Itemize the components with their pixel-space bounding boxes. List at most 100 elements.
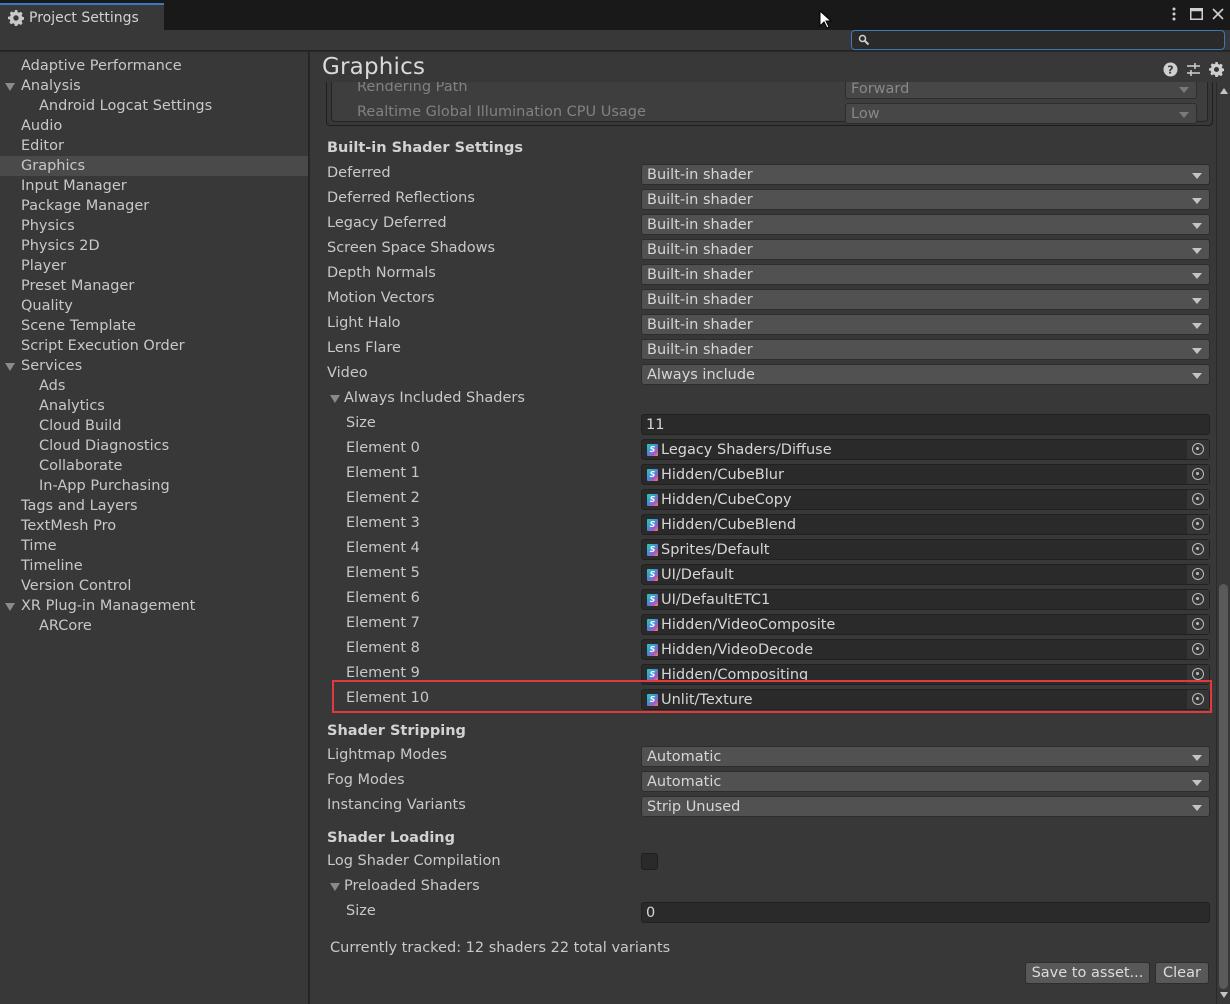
foldout-arrow-icon[interactable] [5, 83, 15, 91]
object-picker-button[interactable] [1187, 640, 1209, 659]
sidebar-item-label: Timeline [21, 558, 83, 574]
save-to-asset-button[interactable]: Save to asset... [1025, 962, 1150, 984]
shader-name: Hidden/VideoComposite [661, 617, 836, 633]
shader-object-field[interactable]: S Sprites/Default [641, 539, 1210, 560]
presets-icon[interactable] [1186, 62, 1201, 77]
screen-space-shadows-dropdown[interactable]: Built-in shader [641, 239, 1210, 260]
lightmap-modes-dropdown[interactable]: Automatic [641, 746, 1210, 767]
depth-normals-dropdown[interactable]: Built-in shader [641, 264, 1210, 285]
foldout-arrow-icon[interactable] [5, 363, 15, 371]
log-shader-compilation-checkbox[interactable] [641, 853, 658, 870]
sidebar-item-quality[interactable]: Quality [0, 296, 308, 316]
shader-object-field[interactable]: S Hidden/CubeBlur [641, 464, 1210, 485]
scrollbar-thumb[interactable] [1219, 584, 1228, 989]
sidebar-item-textmesh-pro[interactable]: TextMesh Pro [0, 516, 308, 536]
video-dropdown[interactable]: Always include [641, 364, 1210, 385]
settings-icon[interactable] [1209, 62, 1225, 77]
deferred-reflections-dropdown[interactable]: Built-in shader [641, 189, 1210, 210]
object-picker-button[interactable] [1187, 465, 1209, 484]
preloaded-shaders-foldout[interactable]: Preloaded Shaders [310, 875, 1216, 900]
tracked-shaders-status: Currently tracked: 12 shaders 22 total v… [330, 940, 671, 956]
search-input[interactable] [874, 31, 1219, 49]
sidebar-item-tags-and-layers[interactable]: Tags and Layers [0, 496, 308, 516]
object-picker-button[interactable] [1187, 615, 1209, 634]
foldout-arrow-icon[interactable] [5, 603, 15, 611]
legacy-deferred-dropdown[interactable]: Built-in shader [641, 214, 1210, 235]
sidebar-item-timeline[interactable]: Timeline [0, 556, 308, 576]
rendering-path-dropdown[interactable]: Forward [845, 82, 1197, 99]
vertical-scrollbar[interactable] [1216, 82, 1230, 1004]
preloaded-size-field[interactable] [641, 902, 1210, 923]
shader-object-field[interactable]: S Hidden/VideoDecode [641, 639, 1210, 660]
sidebar-item-adaptive-performance[interactable]: Adaptive Performance [0, 56, 308, 76]
object-picker-button[interactable] [1187, 540, 1209, 559]
sidebar-item-player[interactable]: Player [0, 256, 308, 276]
sidebar-item-preset-manager[interactable]: Preset Manager [0, 276, 308, 296]
sidebar-item-package-manager[interactable]: Package Manager [0, 196, 308, 216]
instancing-variants-dropdown[interactable]: Strip Unused [641, 796, 1210, 817]
sidebar-item-input-manager[interactable]: Input Manager [0, 176, 308, 196]
object-picker-button[interactable] [1187, 490, 1209, 509]
object-picker-button[interactable] [1187, 590, 1209, 609]
element-label: Element 6 [346, 590, 420, 606]
object-picker-button[interactable] [1187, 515, 1209, 534]
close-icon[interactable] [1210, 4, 1226, 24]
deferred-dropdown[interactable]: Built-in shader [641, 164, 1210, 185]
sidebar-item-label: Audio [21, 118, 63, 134]
sidebar-item-audio[interactable]: Audio [0, 116, 308, 136]
sidebar-item-physics[interactable]: Physics [0, 216, 308, 236]
realtime-gi-cpu-dropdown[interactable]: Low [845, 103, 1197, 124]
light-halo-dropdown[interactable]: Built-in shader [641, 314, 1210, 335]
sidebar-item-collaborate[interactable]: Collaborate [0, 456, 308, 476]
motion-vectors-dropdown[interactable]: Built-in shader [641, 289, 1210, 310]
shader-icon: S [647, 519, 658, 531]
element-label: Element 0 [346, 440, 420, 456]
sidebar-item-script-execution-order[interactable]: Script Execution Order [0, 336, 308, 356]
shader-object-field[interactable]: S Hidden/VideoComposite [641, 614, 1210, 635]
element-label: Element 3 [346, 515, 420, 531]
window-controls [1166, 4, 1226, 24]
sidebar-item-ads[interactable]: Ads [0, 376, 308, 396]
always-included-foldout[interactable]: Always Included Shaders [310, 387, 1216, 412]
sidebar-item-cloud-build[interactable]: Cloud Build [0, 416, 308, 436]
size-input[interactable] [646, 903, 1186, 922]
sidebar-item-analytics[interactable]: Analytics [0, 396, 308, 416]
element-label: Element 2 [346, 490, 420, 506]
tab-project-settings[interactable]: Project Settings [0, 3, 164, 30]
sidebar-item-analysis[interactable]: Analysis [0, 76, 308, 96]
shader-name: Hidden/CubeBlur [661, 467, 784, 483]
sidebar-item-services[interactable]: Services [0, 356, 308, 376]
maximize-icon[interactable] [1188, 4, 1204, 24]
sidebar-item-label: Preset Manager [21, 278, 135, 294]
fog-modes-dropdown[interactable]: Automatic [641, 771, 1210, 792]
scroll-up-icon[interactable] [1220, 88, 1228, 94]
help-icon[interactable]: ? [1163, 62, 1178, 77]
sidebar-item-label: XR Plug-in Management [21, 598, 196, 614]
search-box[interactable] [851, 30, 1225, 50]
size-input[interactable] [646, 415, 1186, 434]
shader-object-field[interactable]: S UI/Default [641, 564, 1210, 585]
shader-object-field[interactable]: S Hidden/CubeBlend [641, 514, 1210, 535]
object-picker-button[interactable] [1187, 565, 1209, 584]
sidebar-item-cloud-diagnostics[interactable]: Cloud Diagnostics [0, 436, 308, 456]
lens-flare-dropdown[interactable]: Built-in shader [641, 339, 1210, 360]
object-picker-button[interactable] [1187, 440, 1209, 459]
sidebar-item-editor[interactable]: Editor [0, 136, 308, 156]
scroll-down-icon[interactable] [1220, 992, 1228, 998]
more-icon[interactable] [1166, 4, 1182, 24]
sidebar-item-label: Input Manager [21, 178, 127, 194]
clear-button[interactable]: Clear [1155, 962, 1209, 984]
sidebar-item-version-control[interactable]: Version Control [0, 576, 308, 596]
sidebar-item-scene-template[interactable]: Scene Template [0, 316, 308, 336]
shader-object-field[interactable]: S UI/DefaultETC1 [641, 589, 1210, 610]
shader-object-field[interactable]: S Legacy Shaders/Diffuse [641, 439, 1210, 460]
sidebar-item-android-logcat-settings[interactable]: Android Logcat Settings [0, 96, 308, 116]
sidebar-item-in-app-purchasing[interactable]: In-App Purchasing [0, 476, 308, 496]
sidebar-item-graphics[interactable]: Graphics [0, 156, 308, 176]
sidebar-item-arcore[interactable]: ARCore [0, 616, 308, 636]
sidebar-item-physics-2d[interactable]: Physics 2D [0, 236, 308, 256]
shader-object-field[interactable]: S Hidden/CubeCopy [641, 489, 1210, 510]
sidebar-item-xr-plug-in-management[interactable]: XR Plug-in Management [0, 596, 308, 616]
sidebar-item-time[interactable]: Time [0, 536, 308, 556]
always-included-size-field[interactable] [641, 414, 1210, 435]
